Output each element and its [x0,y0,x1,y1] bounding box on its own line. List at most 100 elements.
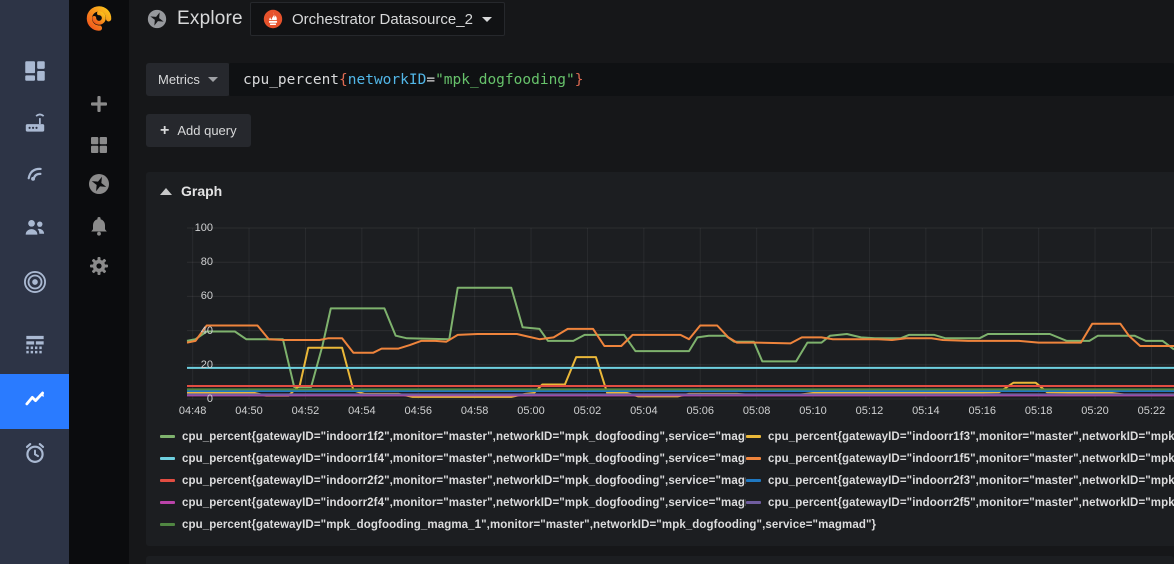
query-input[interactable]: cpu_percent{networkID = "mpk_dogfooding"} [229,63,1174,96]
grafana-sidebar-item-plus[interactable] [69,88,129,124]
sidebar-item-users[interactable] [0,205,69,253]
apps-grid-icon [87,133,111,162]
x-tick-label: 05:12 [855,405,884,417]
graph-panel-collapse[interactable]: Graph [160,183,222,199]
x-tick-label: 05:08 [742,405,771,417]
chevron-down-icon [207,77,218,82]
legend-item[interactable]: cpu_percent{gatewayID="indoorr1f2",monit… [160,430,746,443]
legend-color-swatch [160,501,175,504]
legend-series-label: cpu_percent{gatewayID="indoorr1f4",monit… [182,452,746,465]
sidebar-item-dashboard[interactable] [0,49,69,97]
legend-color-swatch [746,501,761,504]
app-sidebar [0,0,69,564]
datasource-picker[interactable]: Orchestrator Datasource_2 [250,2,505,36]
x-tick-label: 04:54 [348,405,376,417]
legend-series-label: cpu_percent{gatewayID="indoorr2f5",monit… [768,496,1174,509]
graph-panel-title: Graph [181,183,223,199]
x-tick-label: 04:58 [460,405,489,417]
grafana-logo[interactable] [85,4,113,32]
plus-icon [87,92,111,121]
compass-icon [147,9,167,29]
explore-content: Explore Orchestrator Datasource_2 Metric… [129,0,1174,564]
prometheus-icon [263,9,283,29]
metrics-mode-label: Metrics [158,72,200,87]
y-tick-label: 60 [200,290,213,303]
y-tick-label: 0 [206,393,213,405]
legend-item[interactable]: cpu_percent{gatewayID="indoorr2f3",monit… [746,474,1174,487]
legend-series-label: cpu_percent{gatewayID="indoorr1f2",monit… [182,430,746,443]
legend-series-label: cpu_percent{gatewayID="indoorr2f3",monit… [768,474,1174,487]
radar-icon [22,269,48,300]
x-tick-label: 04:48 [178,405,207,417]
legend-series-label: cpu_percent{gatewayID="indoorr1f5",monit… [768,452,1174,465]
time-series-plot[interactable] [186,227,1174,400]
page-title: Explore [177,8,243,29]
legend-color-swatch [160,479,175,482]
legend-item[interactable]: cpu_percent{gatewayID="indoorr2f4",monit… [160,496,746,509]
grafana-sidebar-item-apps-grid[interactable] [69,129,129,165]
query-token: networkID [347,71,427,88]
line-chart-icon [22,386,48,417]
legend-item[interactable]: cpu_percent{gatewayID="indoorr2f2",monit… [160,474,746,487]
legend-item[interactable]: cpu_percent{gatewayID="mpk_dogfooding_ma… [160,518,1174,531]
x-tick-label: 05:04 [630,405,658,417]
x-tick-label: 05:14 [912,405,940,417]
access-point-icon [22,110,48,141]
legend-color-swatch [160,523,175,526]
dashboard-icon [22,58,48,89]
x-tick-label: 04:50 [235,405,263,417]
grafana-sidebar-item-compass[interactable] [69,168,129,204]
bell-icon [87,214,111,243]
legend-series-label: cpu_percent{gatewayID="indoorr2f2",monit… [182,474,746,487]
x-tick-label: 04:56 [404,405,432,417]
x-tick-label: 05:00 [517,405,545,417]
metrics-mode-button[interactable]: Metrics [146,63,230,96]
legend-color-swatch [746,435,761,438]
y-tick-label: 100 [194,222,213,234]
gear-icon [87,254,111,283]
query-token: } [574,71,584,88]
y-tick-label: 20 [200,358,213,371]
legend-item[interactable]: cpu_percent{gatewayID="indoorr1f3",monit… [746,430,1174,443]
add-query-button[interactable]: + Add query [146,114,251,147]
next-panel-edge[interactable] [146,556,1174,564]
collapse-triangle-icon [160,187,172,195]
explore-header: Explore [146,8,243,30]
legend-color-swatch [160,457,175,460]
query-token: = [426,71,436,88]
y-tick-label: 80 [200,256,213,269]
sidebar-item-alarm-clock[interactable] [0,431,69,479]
query-token: "mpk_dogfooding" [435,71,575,88]
x-tick-label: 04:52 [291,405,320,417]
sidebar-item-radar[interactable] [0,260,69,308]
grafana-sidebar-item-gear[interactable] [69,250,129,286]
sidebar-item-access-point[interactable] [0,101,69,149]
legend-series-label: cpu_percent{gatewayID="mpk_dogfooding_ma… [182,518,877,531]
wifi-icon [22,161,48,192]
legend-color-swatch [160,435,175,438]
grafana-sidebar [69,0,129,564]
x-tick-label: 05:20 [1081,405,1109,417]
x-tick-label: 05:02 [573,405,602,417]
sidebar-item-line-chart[interactable] [0,374,69,429]
x-tick-label: 05:22 [1137,405,1166,417]
grafana-explore-app: Explore Orchestrator Datasource_2 Metric… [0,0,1174,564]
x-tick-label: 05:18 [1024,405,1053,417]
x-tick-label: 05:06 [686,405,714,417]
legend-item[interactable]: cpu_percent{gatewayID="indoorr2f5",monit… [746,496,1174,509]
datasource-label: Orchestrator Datasource_2 [292,10,473,28]
query-token: { [339,71,348,88]
legend-item[interactable]: cpu_percent{gatewayID="indoorr1f4",monit… [160,452,746,465]
legend-series-label: cpu_percent{gatewayID="indoorr2f4",monit… [182,496,746,509]
compass-icon [87,172,111,201]
plus-icon: + [160,121,170,139]
sidebar-item-wifi[interactable] [0,152,69,200]
grafana-sidebar-item-bell[interactable] [69,210,129,246]
legend-color-swatch [746,479,761,482]
legend-item[interactable]: cpu_percent{gatewayID="indoorr1f5",monit… [746,452,1174,465]
x-tick-label: 05:16 [968,405,996,417]
sidebar-item-logs[interactable] [0,322,69,370]
graph-legend: cpu_percent{gatewayID="indoorr1f2",monit… [160,430,1174,531]
logs-icon [22,331,48,362]
x-tick-label: 05:10 [799,405,827,417]
